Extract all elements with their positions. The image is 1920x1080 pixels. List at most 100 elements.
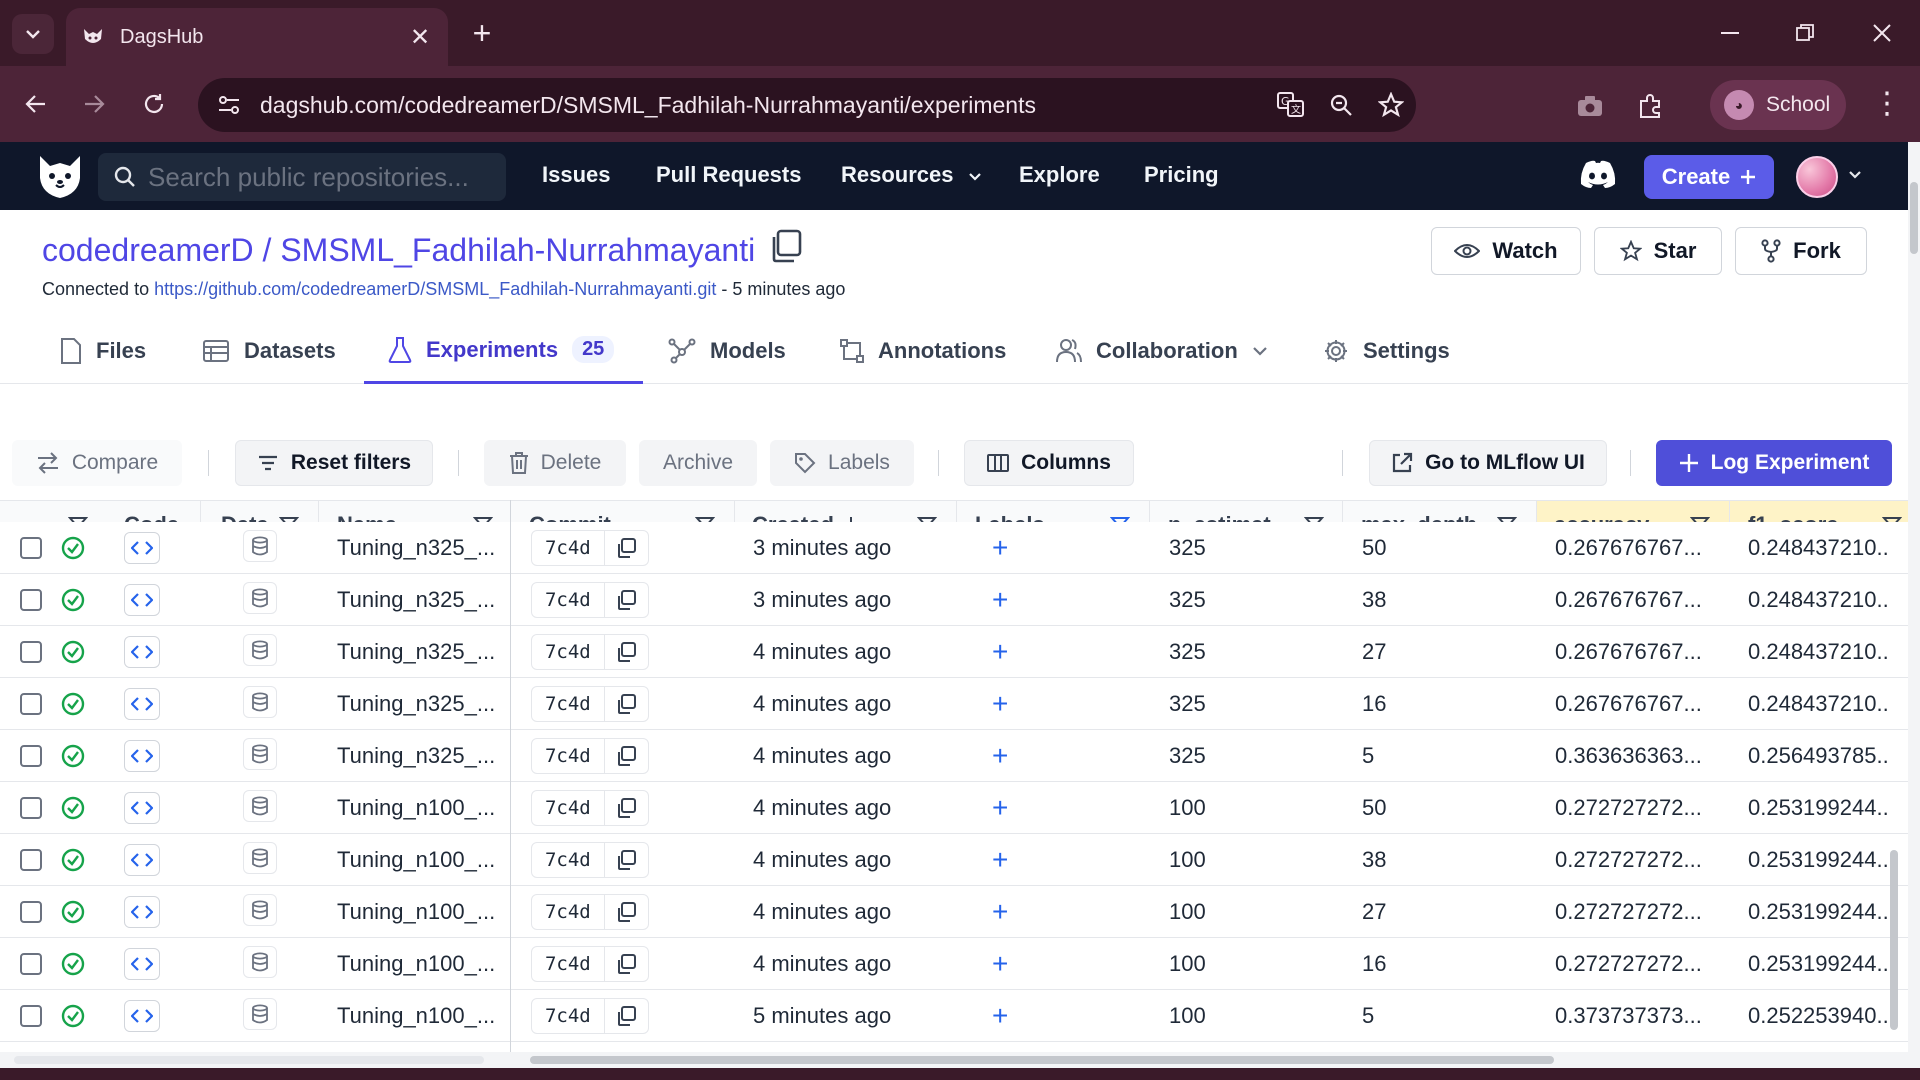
browser-profile-button[interactable]: ◕ School [1710,80,1846,130]
tab-settings[interactable]: Settings [1323,318,1450,384]
dagshub-logo-icon[interactable] [34,152,86,200]
table-row[interactable]: Tuning_n100_... 7c4d 4 minutes ago + 100… [0,938,1908,990]
database-icon[interactable] [243,790,277,822]
repo-name-link[interactable]: SMSML_Fadhilah-Nurrahmayanti [280,232,755,269]
add-label-plus-icon[interactable]: + [992,948,1008,980]
close-window-button[interactable] [1852,14,1912,52]
row-checkbox[interactable] [20,849,42,871]
commit-chip[interactable]: 7c4d [531,998,649,1034]
experiment-name[interactable]: Tuning_n100_... [337,938,497,990]
copy-repo-icon[interactable] [769,228,803,272]
code-icon[interactable] [124,532,160,564]
commit-chip[interactable]: 7c4d [531,634,649,670]
row-checkbox[interactable] [20,745,42,767]
forward-button[interactable] [74,84,114,124]
user-avatar[interactable] [1796,156,1838,198]
tab-files[interactable]: Files [60,318,146,384]
table-row[interactable]: Tuning_n100_... 7c4d 4 minutes ago + 100… [0,886,1908,938]
code-icon[interactable] [124,896,160,928]
commit-chip[interactable]: 7c4d [531,790,649,826]
add-label-plus-icon[interactable]: + [992,636,1008,668]
database-icon[interactable] [243,582,277,614]
connected-github-link[interactable]: https://github.com/codedreamerD/SMSML_Fa… [154,279,716,299]
star-button[interactable]: Star [1594,227,1722,275]
page-scroll-thumb[interactable] [1910,182,1918,254]
copy-commit-icon[interactable] [605,998,648,1034]
table-row[interactable]: Tuning_n325_... 7c4d 3 minutes ago + 325… [0,574,1908,626]
go-to-mlflow-button[interactable]: Go to MLflow UI [1369,440,1607,486]
compare-button[interactable]: Compare [12,440,182,486]
add-label-plus-icon[interactable]: + [992,792,1008,824]
tab-annotations[interactable]: Annotations [840,318,1006,384]
nav-explore[interactable]: Explore [1019,162,1100,188]
tab-experiments[interactable]: Experiments 25 [364,318,643,384]
columns-button[interactable]: Columns [964,440,1134,486]
nav-resources[interactable]: Resources [841,162,982,188]
nav-pull-requests[interactable]: Pull Requests [656,162,801,188]
search-input[interactable] [148,161,488,193]
add-label-plus-icon[interactable]: + [992,688,1008,720]
close-tab-icon[interactable]: ✕ [406,23,434,52]
code-icon[interactable] [124,688,160,720]
code-icon[interactable] [124,1000,160,1032]
minimize-window-button[interactable] [1700,14,1760,52]
row-checkbox[interactable] [20,537,42,559]
copy-commit-icon[interactable] [605,894,648,930]
database-icon[interactable] [243,686,277,718]
browser-tab[interactable]: DagsHub ✕ [66,8,448,66]
experiment-name[interactable]: Tuning_n100_... [337,886,497,938]
add-label-plus-icon[interactable]: + [992,532,1008,564]
row-checkbox[interactable] [20,901,42,923]
add-label-plus-icon[interactable]: + [992,844,1008,876]
code-icon[interactable] [124,740,160,772]
commit-chip[interactable]: 7c4d [531,686,649,722]
row-checkbox[interactable] [20,641,42,663]
repo-owner-link[interactable]: codedreamerD [42,232,254,269]
table-row[interactable]: Tuning_n325_... 7c4d 4 minutes ago + 325… [0,730,1908,782]
row-checkbox[interactable] [20,693,42,715]
chevron-down-icon[interactable] [1848,164,1862,185]
database-icon[interactable] [243,530,277,562]
code-icon[interactable] [124,792,160,824]
database-icon[interactable] [243,894,277,926]
table-row[interactable]: Tuning_n100_... 7c4d 4 minutes ago + 100… [0,834,1908,886]
discord-icon[interactable] [1578,159,1618,193]
add-label-plus-icon[interactable]: + [992,896,1008,928]
code-icon[interactable] [124,948,160,980]
database-icon[interactable] [243,946,277,978]
reload-button[interactable] [134,84,174,124]
experiment-name[interactable]: Tuning_n100_... [337,990,497,1042]
experiment-name[interactable]: Tuning_n325_... [337,574,497,626]
database-icon[interactable] [243,634,277,666]
watch-button[interactable]: Watch [1431,227,1581,275]
code-icon[interactable] [124,844,160,876]
experiment-name[interactable]: Tuning_n325_... [337,730,497,782]
copy-commit-icon[interactable] [605,686,648,722]
add-label-plus-icon[interactable]: + [992,1000,1008,1032]
commit-chip[interactable]: 7c4d [531,738,649,774]
site-info-icon[interactable] [204,78,254,132]
experiment-name[interactable]: Tuning_n100_... [337,834,497,886]
new-tab-button[interactable]: + [462,16,502,50]
table-row[interactable]: Tuning_n325_... 7c4d 3 minutes ago + 325… [0,522,1908,574]
copy-commit-icon[interactable] [605,738,648,774]
page-vertical-scrollbar[interactable] [1908,142,1920,1080]
code-icon[interactable] [124,584,160,616]
row-checkbox[interactable] [20,953,42,975]
copy-commit-icon[interactable] [605,790,648,826]
table-row[interactable]: Tuning_n325_... 7c4d 4 minutes ago + 325… [0,626,1908,678]
commit-chip[interactable]: 7c4d [531,582,649,618]
tab-collaboration[interactable]: Collaboration [1056,318,1268,384]
extensions-puzzle-icon[interactable] [1630,86,1670,126]
log-experiment-button[interactable]: Log Experiment [1656,440,1892,486]
pinned-scroll-thumb[interactable] [14,1056,484,1064]
row-checkbox[interactable] [20,797,42,819]
tab-search-button[interactable] [12,14,54,54]
experiment-name[interactable]: Tuning_n325_... [337,678,497,730]
copy-commit-icon[interactable] [605,634,648,670]
horizontal-scrollbar[interactable] [0,1052,1908,1068]
archive-button[interactable]: Archive [639,440,757,486]
commit-chip[interactable]: 7c4d [531,530,649,566]
experiment-name[interactable]: Tuning_n325_... [337,626,497,678]
database-icon[interactable] [243,842,277,874]
